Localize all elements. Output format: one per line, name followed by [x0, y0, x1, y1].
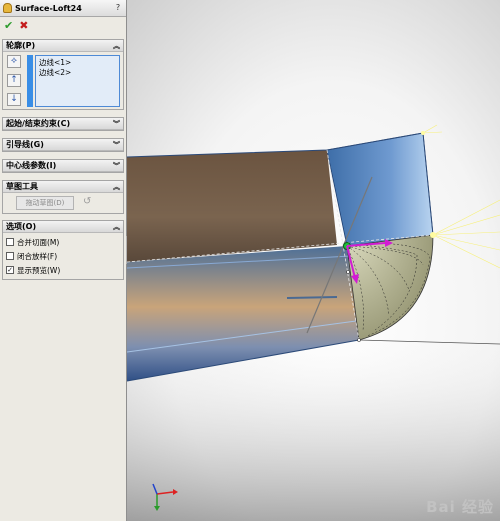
sketch-tools-header[interactable]: 草图工具 ︽ — [3, 181, 123, 193]
cancel-icon[interactable]: ✖ — [19, 19, 28, 32]
panel-title: Surface-Loft24 — [15, 3, 82, 13]
centerline-header[interactable]: 中心线参数(I) ︾ — [3, 160, 123, 172]
options-title: 选项(O) — [6, 222, 37, 231]
edge-line — [286, 296, 338, 299]
guides-section: 引导线(G) ︾ — [2, 138, 124, 152]
upper-surface — [127, 150, 337, 262]
sketch-tools-section: 草图工具 ︽ 拖动草图(D) ↺ — [2, 180, 124, 214]
merge-tangent-checkbox[interactable] — [6, 238, 14, 246]
start-end-header[interactable]: 起始/结束约束(C) ︾ — [3, 118, 123, 130]
guides-header[interactable]: 引导线(G) ︾ — [3, 139, 123, 151]
chevron-down-icon[interactable]: ︾ — [113, 119, 120, 129]
model-view — [127, 0, 500, 521]
panel-titlebar: Surface-Loft24 ? — [0, 0, 126, 17]
profile-list[interactable]: 边线<1> 边线<2> — [35, 55, 120, 107]
property-manager: Surface-Loft24 ? ✔ ✖ 轮廓(P) ︽ ⟡ ↑ ↓ 边线<1>… — [0, 0, 127, 521]
list-item[interactable]: 边线<2> — [39, 68, 116, 78]
vertex — [346, 270, 350, 274]
guides-title: 引导线(G) — [6, 140, 44, 149]
options-section: 选项(O) ︽ 合并切面(M) 闭合放样(F) ✓ 显示预览(W) — [2, 220, 124, 280]
centerline-section: 中心线参数(I) ︾ — [2, 159, 124, 173]
drag-sketch-button[interactable]: 拖动草图(D) — [16, 196, 74, 210]
profile-section-header[interactable]: 轮廓(P) ︽ — [3, 40, 123, 52]
merge-tangent-label: 合并切面(M) — [17, 237, 60, 247]
vertex — [357, 338, 361, 342]
move-down-icon[interactable]: ↓ — [7, 93, 21, 106]
profile-section: 轮廓(P) ︽ ⟡ ↑ ↓ 边线<1> 边线<2> — [2, 39, 124, 110]
help-icon[interactable]: ? — [113, 3, 123, 13]
graphics-viewport[interactable]: Bai 经验 — [127, 0, 500, 521]
selection-indicator — [27, 55, 33, 107]
chevron-up-icon[interactable]: ︽ — [113, 41, 120, 51]
start-end-section: 起始/结束约束(C) ︾ — [2, 117, 124, 131]
move-up-icon[interactable]: ↑ — [7, 74, 21, 87]
chevron-down-icon[interactable]: ︾ — [113, 161, 120, 171]
show-preview-option[interactable]: ✓ 显示预览(W) — [6, 263, 120, 277]
watermark: Bai 经验 — [426, 498, 494, 516]
options-header[interactable]: 选项(O) ︽ — [3, 221, 123, 233]
light-point — [430, 232, 436, 238]
show-preview-label: 显示预览(W) — [17, 265, 61, 275]
close-loft-checkbox[interactable] — [6, 252, 14, 260]
show-preview-checkbox[interactable]: ✓ — [6, 266, 14, 274]
close-loft-label: 闭合放样(F) — [17, 251, 58, 261]
chevron-down-icon[interactable]: ︾ — [113, 140, 120, 150]
feature-icon — [3, 3, 12, 13]
chevron-up-icon[interactable]: ︽ — [113, 222, 120, 232]
centerline-title: 中心线参数(I) — [6, 161, 57, 170]
close-loft-option[interactable]: 闭合放样(F) — [6, 249, 120, 263]
light-point — [421, 131, 425, 135]
undo-drag-icon[interactable]: ↺ — [83, 196, 91, 207]
list-item[interactable]: 边线<1> — [39, 58, 116, 68]
merge-tangent-option[interactable]: 合并切面(M) — [6, 235, 120, 249]
start-end-title: 起始/结束约束(C) — [6, 119, 71, 128]
reverse-profile-icon[interactable]: ⟡ — [7, 55, 21, 68]
ok-icon[interactable]: ✔ — [4, 19, 13, 32]
chevron-up-icon[interactable]: ︽ — [113, 182, 120, 192]
profile-section-title: 轮廓(P) — [6, 41, 36, 50]
action-buttons: ✔ ✖ — [0, 17, 126, 33]
sketch-tools-title: 草图工具 — [6, 182, 38, 191]
